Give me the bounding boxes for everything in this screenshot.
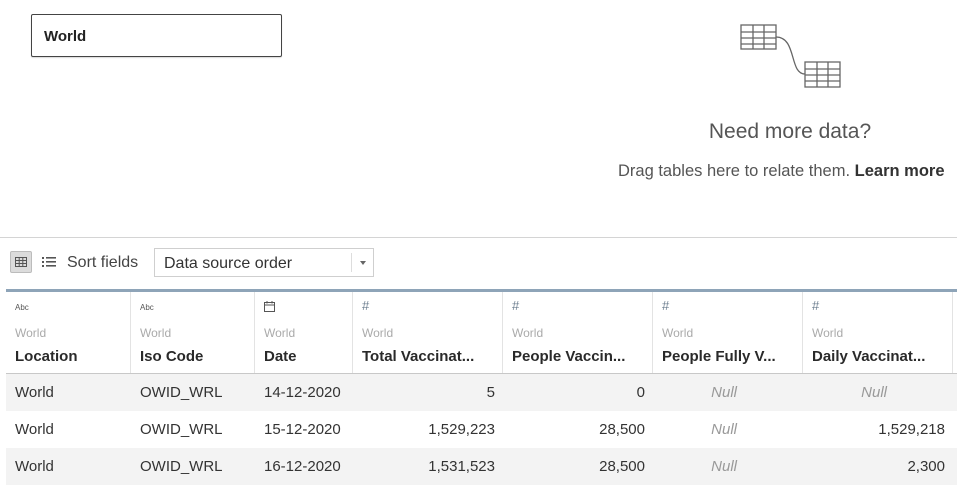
column-header-iso-code[interactable]: Abc World Iso Code <box>131 292 255 374</box>
number-type-icon[interactable]: # <box>662 298 669 313</box>
table-row: World OWID_WRL 16-12-2020 1,531,523 28,5… <box>6 448 957 485</box>
number-type-icon[interactable]: # <box>362 298 369 313</box>
cell-location: World <box>15 458 54 475</box>
column-source: World <box>15 326 47 340</box>
learn-more-link[interactable]: Learn more <box>855 162 945 180</box>
cell-date: 15-12-2020 <box>264 421 341 438</box>
cell-people-fully-vaccinated: Null <box>711 458 737 475</box>
cell-date: 14-12-2020 <box>264 384 341 401</box>
cell-date: 16-12-2020 <box>264 458 341 475</box>
cell-daily-vaccinations: 1,529,218 <box>878 421 945 438</box>
cell-location: World <box>15 421 54 438</box>
number-type-icon[interactable]: # <box>512 298 519 313</box>
cell-people-vaccinated: 0 <box>636 384 645 401</box>
chevron-down-icon[interactable] <box>360 261 366 265</box>
sort-fields-value: Data source order <box>164 255 293 272</box>
need-more-data-title: Need more data? <box>708 120 872 143</box>
cell-iso-code: OWID_WRL <box>140 421 223 438</box>
cell-total-vaccinations: 1,529,223 <box>428 421 495 438</box>
column-name: Location <box>15 348 78 365</box>
column-name: Total Vaccinat... <box>362 348 475 365</box>
column-name: People Vaccin... <box>512 348 626 365</box>
canvas-divider <box>0 237 957 238</box>
column-source: World <box>140 326 172 340</box>
cell-people-vaccinated: 28,500 <box>599 458 645 475</box>
list-view-button[interactable] <box>38 251 60 273</box>
cell-iso-code: OWID_WRL <box>140 384 223 401</box>
string-type-icon[interactable]: Abc <box>140 303 154 312</box>
cell-people-fully-vaccinated: Null <box>711 384 737 401</box>
column-name: Date <box>264 348 297 365</box>
column-header-total-vaccinations[interactable]: # World Total Vaccinat... <box>353 292 503 374</box>
column-source: World <box>662 326 694 340</box>
grid-icon <box>15 257 27 267</box>
column-name: People Fully V... <box>662 348 776 365</box>
grid-view-button[interactable] <box>10 251 32 273</box>
calendar-icon[interactable] <box>264 301 275 312</box>
cell-people-vaccinated: 28,500 <box>599 421 645 438</box>
cell-total-vaccinations: 5 <box>486 384 495 401</box>
list-icon <box>42 257 56 267</box>
table-card-label: World <box>44 28 87 45</box>
table-row: World OWID_WRL 14-12-2020 5 0 Null Null <box>6 374 957 411</box>
cell-daily-vaccinations: 2,300 <box>907 458 945 475</box>
sort-fields-dropdown[interactable]: Data source order <box>154 248 374 277</box>
column-name: Iso Code <box>140 348 204 365</box>
column-header-daily-vaccinations[interactable]: # World Daily Vaccinat... <box>803 292 953 374</box>
column-header-people-vaccinated[interactable]: # World People Vaccin... <box>503 292 653 374</box>
table-row: World OWID_WRL 15-12-2020 1,529,223 28,5… <box>6 411 957 448</box>
drag-tables-hint: Drag tables here to relate them. Learn m… <box>618 162 945 181</box>
number-type-icon[interactable]: # <box>812 298 819 313</box>
column-name: Daily Vaccinat... <box>812 348 926 365</box>
cell-people-fully-vaccinated: Null <box>711 421 737 438</box>
cell-iso-code: OWID_WRL <box>140 458 223 475</box>
column-header-date[interactable]: World Date <box>255 292 353 374</box>
column-source: World <box>264 326 296 340</box>
column-header-location[interactable]: Abc World Location <box>6 292 131 374</box>
column-source: World <box>512 326 544 340</box>
column-source: World <box>812 326 844 340</box>
relate-tables-icon <box>740 24 841 88</box>
column-source: World <box>362 326 394 340</box>
world-table-card[interactable]: World <box>31 14 282 57</box>
dropdown-separator <box>351 253 352 272</box>
cell-daily-vaccinations: Null <box>861 384 887 401</box>
cell-total-vaccinations: 1,531,523 <box>428 458 495 475</box>
string-type-icon[interactable]: Abc <box>15 303 29 312</box>
cell-location: World <box>15 384 54 401</box>
sort-fields-label: Sort fields <box>67 254 139 271</box>
drag-hint-text: Drag tables here to relate them. <box>618 162 851 180</box>
column-header-people-fully-vaccinated[interactable]: # World People Fully V... <box>653 292 803 374</box>
